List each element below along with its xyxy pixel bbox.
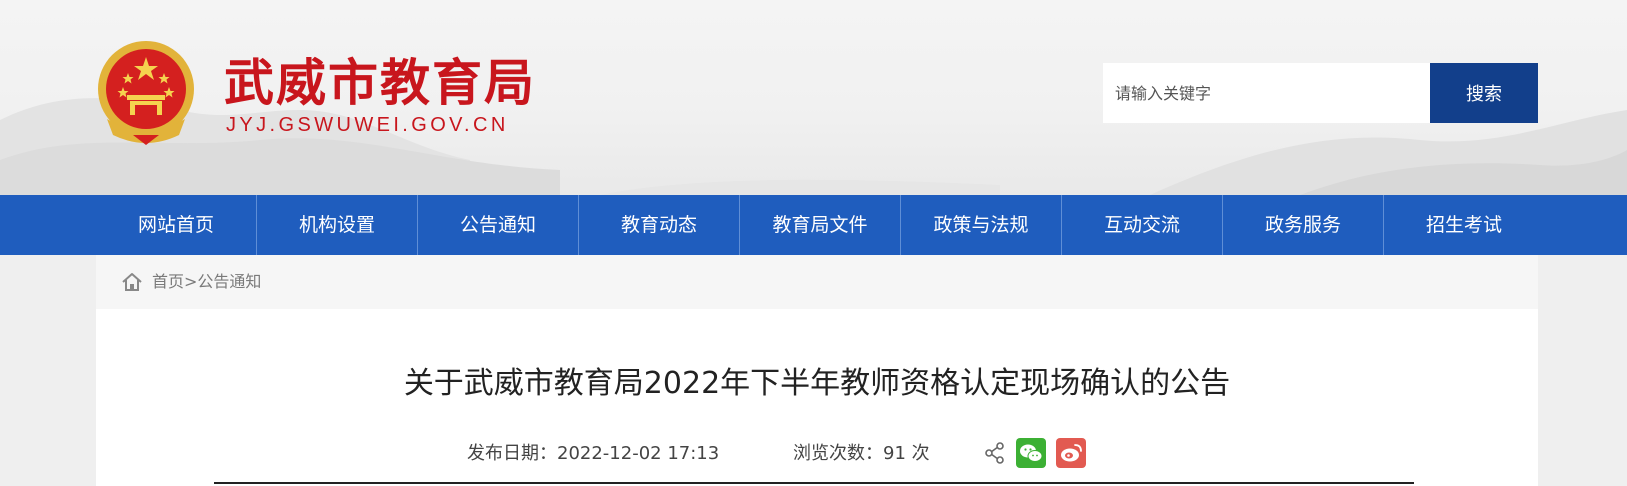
view-count-unit: 次 <box>911 443 930 464</box>
article-panel: 关于武威市教育局2022年下半年教师资格认定现场确认的公告 发布日期：2022-… <box>96 309 1538 486</box>
publish-date-meta: 发布日期：2022-12-02 17:13 <box>467 442 719 466</box>
breadcrumb-home-link[interactable]: 首页 <box>152 272 184 291</box>
view-count-value: 91 <box>883 443 906 464</box>
wechat-icon[interactable] <box>1016 438 1046 468</box>
publish-date-value: 2022-12-02 17:13 <box>557 443 720 464</box>
nav-item-home[interactable]: 网站首页 <box>96 195 256 255</box>
breadcrumb-separator: > <box>184 272 198 291</box>
nav-items: 网站首页 机构设置 公告通知 教育动态 教育局文件 政策与法规 互动交流 政务服… <box>96 195 1544 255</box>
weibo-icon[interactable] <box>1056 438 1086 468</box>
site-title: 武威市教育局 <box>224 54 536 112</box>
view-count-label: 浏览次数： <box>793 443 883 464</box>
home-icon <box>122 273 142 291</box>
nav-item-education-news[interactable]: 教育动态 <box>579 195 739 255</box>
nav-item-bureau-documents[interactable]: 教育局文件 <box>740 195 900 255</box>
main-nav: 网站首页 机构设置 公告通知 教育动态 教育局文件 政策与法规 互动交流 政务服… <box>0 195 1627 255</box>
weibo-glyph-icon <box>1061 444 1082 462</box>
nav-item-interaction[interactable]: 互动交流 <box>1062 195 1222 255</box>
nav-item-government-services[interactable]: 政务服务 <box>1223 195 1383 255</box>
site-header: 武威市教育局 JYJ.GSWUWEI.GOV.CN 搜索 <box>0 0 1627 195</box>
article-title: 关于武威市教育局2022年下半年教师资格认定现场确认的公告 <box>403 366 1231 401</box>
breadcrumb: 首页>公告通知 <box>96 255 1538 309</box>
wechat-glyph-icon <box>1020 444 1043 462</box>
nav-item-announcements[interactable]: 公告通知 <box>418 195 578 255</box>
nav-item-policies[interactable]: 政策与法规 <box>901 195 1061 255</box>
search-button[interactable]: 搜索 <box>1430 63 1538 123</box>
search-input[interactable] <box>1103 63 1430 123</box>
view-count-meta: 浏览次数：91 次 <box>793 442 930 466</box>
title-divider <box>214 482 1414 484</box>
share-icon[interactable] <box>985 442 1005 464</box>
national-emblem-icon <box>98 41 194 145</box>
publish-date-label: 发布日期： <box>467 443 557 464</box>
site-domain: JYJ.GSWUWEI.GOV.CN <box>226 114 509 136</box>
nav-item-admissions[interactable]: 招生考试 <box>1384 195 1544 255</box>
breadcrumb-current-link[interactable]: 公告通知 <box>197 272 261 291</box>
breadcrumb-trail: 首页>公告通知 <box>152 255 261 309</box>
nav-item-organization[interactable]: 机构设置 <box>257 195 417 255</box>
